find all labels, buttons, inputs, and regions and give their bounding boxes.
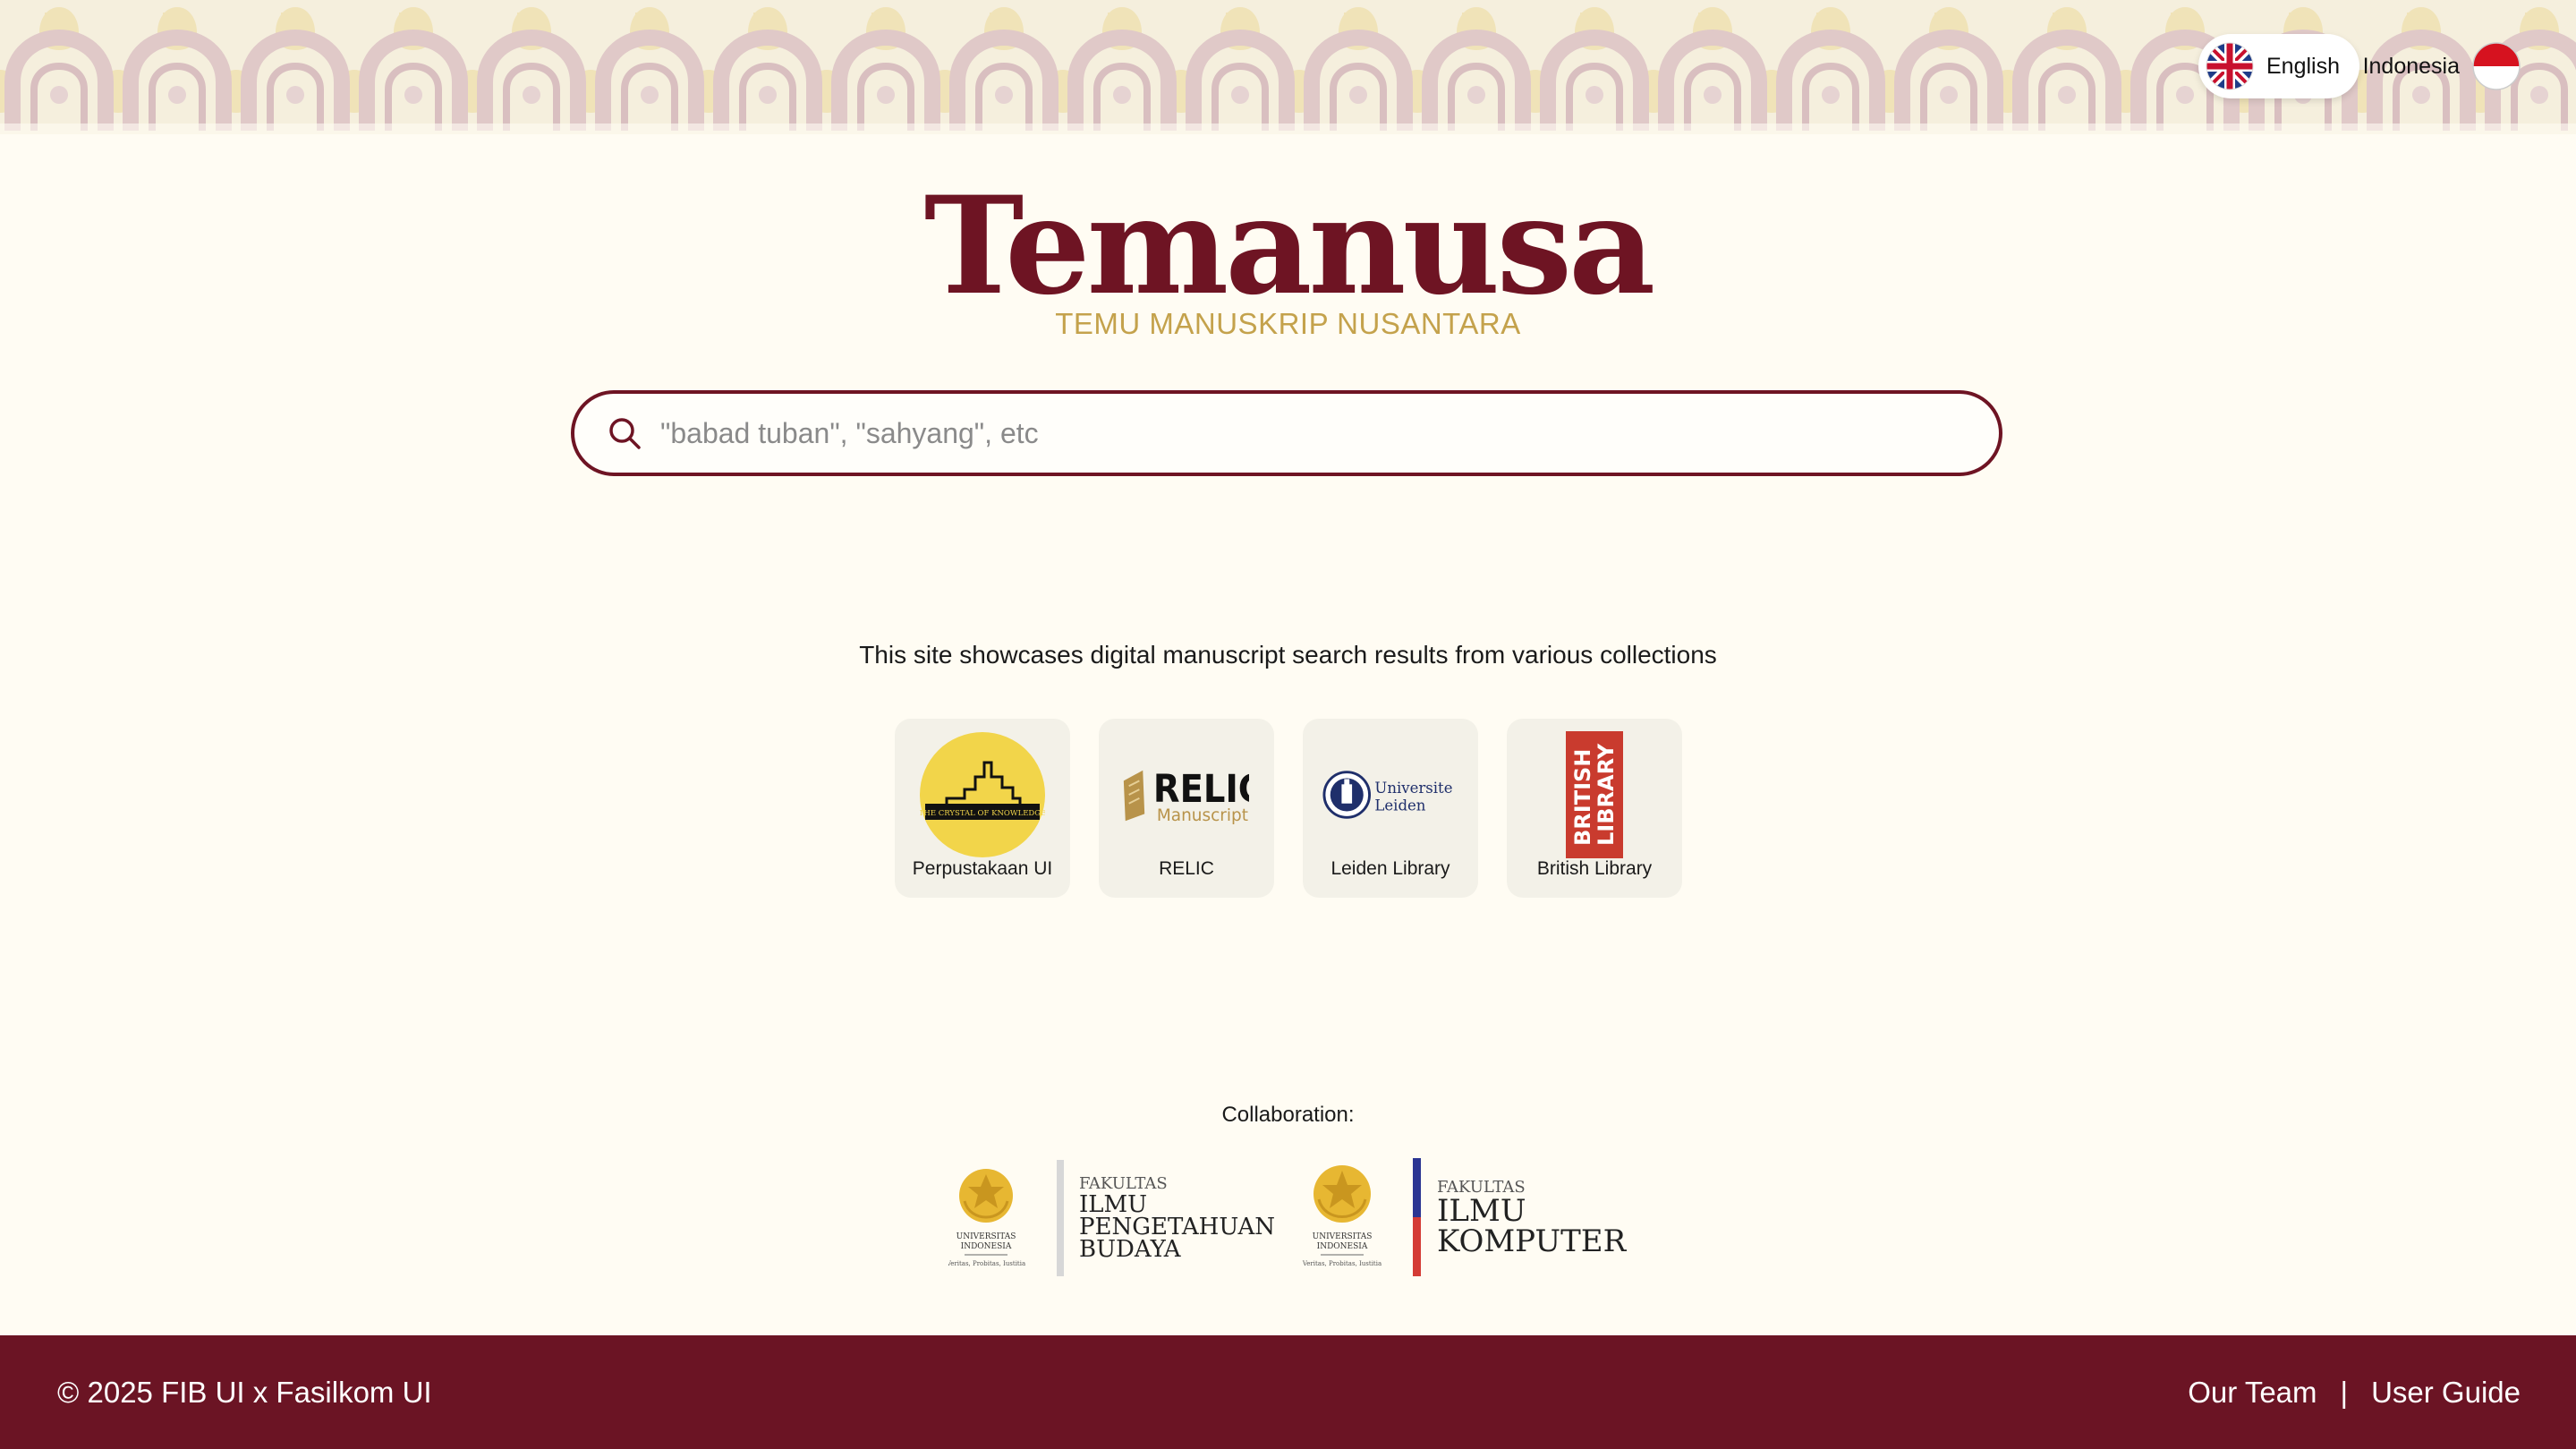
perpustakaan-ui-logo-text: THE CRYSTAL OF KNOWLEDGE xyxy=(920,809,1045,818)
fasilkom-ui-logo: UNIVERSITAS INDONESIA Veritas, Probitas,… xyxy=(1302,1158,1628,1276)
fasilkom-line-2: KOMPUTER xyxy=(1437,1223,1628,1259)
relic-logo-subtitle: Manuscript xyxy=(1157,806,1248,825)
language-switcher: English Indonesia xyxy=(2198,34,2521,102)
collection-card-british-library[interactable]: BRITISH LIBRARY British Library xyxy=(1507,719,1682,898)
showcase-description: This site showcases digital manuscript s… xyxy=(859,641,1717,669)
collection-label-relic: RELIC xyxy=(1159,858,1214,879)
collection-card-perpustakaan-ui[interactable]: THE CRYSTAL OF KNOWLEDGE Perpustakaan UI xyxy=(895,719,1070,898)
indonesia-flag-icon xyxy=(2472,42,2521,90)
perpustakaan-ui-logo: THE CRYSTAL OF KNOWLEDGE xyxy=(920,731,1045,858)
ui-seal-icon: UNIVERSITAS INDONESIA Veritas, Probitas,… xyxy=(946,1169,1025,1267)
british-library-logo-line2: LIBRARY xyxy=(1594,743,1619,846)
language-indonesia-label: Indonesia xyxy=(2362,53,2460,79)
user-guide-link[interactable]: User Guide xyxy=(2371,1376,2521,1410)
collection-label-leiden: Leiden Library xyxy=(1331,858,1450,879)
fib-line-3: BUDAYA xyxy=(1079,1236,1182,1263)
language-english-button[interactable]: English xyxy=(2206,34,2340,98)
footer-separator: | xyxy=(2340,1375,2349,1409)
collection-card-leiden[interactable]: Universiteit Leiden Leiden Library xyxy=(1303,719,1478,898)
british-library-logo: BRITISH LIBRARY xyxy=(1532,731,1657,858)
collaboration-label: Collaboration: xyxy=(1221,1103,1355,1127)
footer-links: Our Team | User Guide xyxy=(2188,1335,2521,1449)
language-english-label: English xyxy=(2266,53,2340,79)
ui-seal-icon: UNIVERSITAS INDONESIA Veritas, Probitas,… xyxy=(1302,1165,1382,1267)
footer-copyright: © 2025 FIB UI x Fasilkom UI xyxy=(57,1376,432,1409)
relic-logo: RELIC Manuscript xyxy=(1123,731,1249,858)
leiden-logo-line2: Leiden xyxy=(1374,797,1425,814)
collection-cards: THE CRYSTAL OF KNOWLEDGE Perpustakaan UI… xyxy=(895,719,1682,898)
leiden-logo-line1: Universiteit xyxy=(1374,780,1453,797)
fib-kicker: FAKULTAS xyxy=(1079,1174,1168,1193)
collaboration-logos: UNIVERSITAS INDONESIA Veritas, Probitas,… xyxy=(946,1156,1646,1282)
collection-card-relic[interactable]: RELIC Manuscript RELIC xyxy=(1099,719,1274,898)
brand-tagline: TEMU MANUSKRIP NUSANTARA xyxy=(1055,307,1521,340)
our-team-link[interactable]: Our Team xyxy=(2188,1376,2317,1410)
fib-ui-logo: UNIVERSITAS INDONESIA Veritas, Probitas,… xyxy=(946,1160,1275,1276)
fasilkom-seal-motto: Veritas, Probitas, Iustitia xyxy=(1302,1260,1382,1267)
relic-logo-title: RELIC xyxy=(1153,767,1249,812)
brand-logo: Temanusa TEMU MANUSKRIP NUSANTARA xyxy=(0,179,2576,340)
search-icon xyxy=(609,418,641,449)
uk-flag-icon xyxy=(2206,42,2254,90)
batik-header-pattern xyxy=(0,0,2576,134)
footer: © 2025 FIB UI x Fasilkom UI Our Team | U… xyxy=(0,1335,2576,1449)
search-input[interactable] xyxy=(660,406,1967,460)
fib-seal-line1: UNIVERSITAS xyxy=(956,1232,1016,1241)
leiden-logo: Universiteit Leiden xyxy=(1322,731,1453,858)
fasilkom-seal-line1: UNIVERSITAS xyxy=(1313,1232,1373,1241)
british-library-logo-line1: BRITISH xyxy=(1570,749,1595,846)
brand-title: Temanusa xyxy=(923,167,1656,325)
language-indonesia-button[interactable]: Indonesia xyxy=(2363,34,2521,98)
collection-label-perpustakaan-ui: Perpustakaan UI xyxy=(912,858,1053,879)
fib-seal-motto: Veritas, Probitas, Iustitia xyxy=(948,1260,1025,1267)
fasilkom-seal-line2: INDONESIA xyxy=(1317,1242,1368,1251)
fib-seal-line2: INDONESIA xyxy=(961,1242,1012,1251)
collection-label-british-library: British Library xyxy=(1536,858,1653,879)
search-bar xyxy=(571,390,2002,476)
